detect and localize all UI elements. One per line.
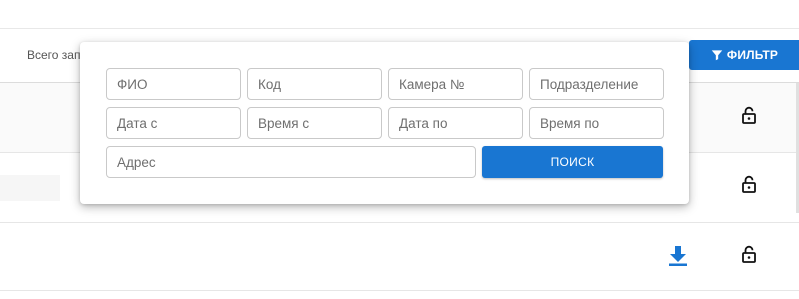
code-field[interactable]: [247, 68, 382, 100]
department-field[interactable]: [529, 68, 664, 100]
table-row[interactable]: [0, 291, 799, 299]
top-bar: [0, 0, 799, 29]
filter-button-label: ФИЛЬТР: [726, 48, 779, 62]
funnel-icon: [711, 50, 723, 61]
fio-field[interactable]: [106, 68, 241, 100]
address-field[interactable]: [106, 146, 476, 178]
filter-popover: ПОИСК: [80, 42, 689, 204]
time-from-field[interactable]: [247, 107, 382, 139]
page: Всего зап ФИЛЬТР ПОИСК: [0, 0, 799, 299]
lock-open-icon[interactable]: [741, 175, 757, 193]
table-cell: [0, 175, 60, 201]
lock-open-icon[interactable]: [741, 106, 757, 124]
time-to-field[interactable]: [529, 107, 664, 139]
filter-button[interactable]: ФИЛЬТР: [689, 40, 799, 70]
date-from-field[interactable]: [106, 107, 241, 139]
lock-open-icon[interactable]: [741, 245, 757, 263]
camera-field[interactable]: [388, 68, 523, 100]
date-to-field[interactable]: [388, 107, 523, 139]
download-icon[interactable]: [668, 245, 688, 267]
total-records-label: Всего зап: [27, 48, 81, 62]
search-button[interactable]: ПОИСК: [482, 146, 663, 178]
